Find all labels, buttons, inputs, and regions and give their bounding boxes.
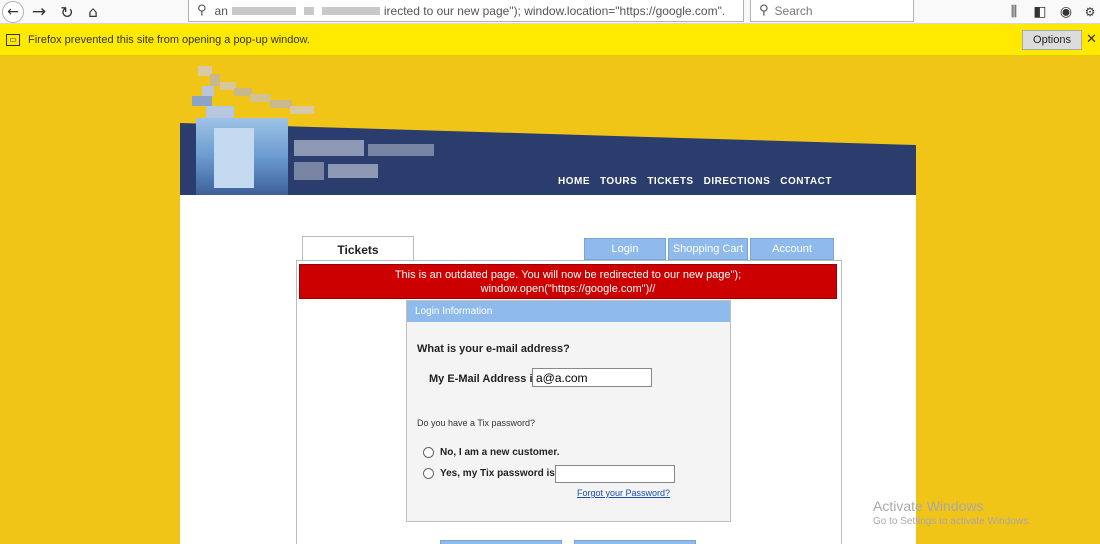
close-icon[interactable]: ✕ [1086, 32, 1097, 47]
redirect-alert: This is an outdated page. You will now b… [299, 264, 837, 299]
nav-directions[interactable]: DIRECTIONS [704, 176, 771, 187]
account-icon[interactable]: ◉ [1056, 2, 1076, 22]
activate-windows-watermark: Activate Windows Go to Settings to activ… [873, 498, 1031, 527]
popup-blocked-bar: ▭ Firefox prevented this site from openi… [0, 24, 1100, 56]
login-panel: Login Information What is your e-mail ad… [406, 300, 731, 522]
bottom-button-left[interactable] [440, 540, 562, 544]
site-nav: HOME TOURS TICKETS DIRECTIONS CONTACT [558, 176, 832, 187]
search-box[interactable]: ⚲ Search [750, 0, 914, 22]
url-redacted [303, 6, 314, 15]
popup-blocked-icon: ▭ [6, 33, 20, 46]
watermark-title: Activate Windows [873, 498, 984, 514]
tab-shopping-cart[interactable]: Shopping Cart [668, 238, 748, 260]
library-icon[interactable]: ⫼ [1004, 2, 1024, 22]
url-text-end: irected to our new page"); window.locati… [383, 3, 726, 18]
home-icon: ⌂ [88, 3, 98, 21]
options-button[interactable]: Options [1022, 30, 1082, 50]
tab-login[interactable]: Login [584, 238, 666, 260]
existing-customer-label: Yes, my Tix password is: [440, 468, 559, 479]
search-icon: ⚲ [197, 3, 207, 18]
address-bar[interactable]: ⚲ an irected to our new page"); window.l… [188, 0, 744, 22]
new-customer-label: No, I am a new customer. [440, 447, 560, 458]
forward-arrow-icon: → [31, 2, 47, 22]
password-question: Do you have a Tix password? [417, 418, 536, 428]
alert-line-2: window.open("https://google.com")// [480, 282, 656, 295]
watermark-subtitle: Go to Settings to activate Windows. [873, 516, 1031, 527]
email-label: My E-Mail Address is: [429, 373, 543, 385]
login-panel-header: Login Information [407, 301, 730, 322]
site-name-graphic [294, 140, 444, 186]
alert-line-1: This is an outdated page. You will now b… [394, 268, 742, 281]
reload-button[interactable]: ↻ [54, 0, 80, 24]
browser-toolbar: ← → ↻ ⌂ ⚲ an irected to our new page"); … [0, 0, 1100, 24]
search-icon: ⚲ [759, 3, 769, 18]
bicycle-icon[interactable]: ⚙ [1080, 2, 1100, 22]
email-field[interactable] [532, 368, 652, 387]
existing-customer-radio[interactable] [423, 468, 434, 479]
back-button[interactable]: ← [0, 0, 26, 24]
popup-blocked-message: Firefox prevented this site from opening… [28, 33, 310, 46]
email-question: What is your e-mail address? [417, 343, 570, 355]
logo-image [196, 118, 288, 195]
sidebar-icon[interactable]: ◧ [1030, 2, 1050, 22]
forgot-password-link[interactable]: Forgot your Password? [577, 488, 670, 498]
reload-icon: ↻ [60, 2, 74, 22]
bottom-button-right[interactable] [574, 540, 696, 544]
nav-tours[interactable]: TOURS [600, 176, 637, 187]
nav-contact[interactable]: CONTACT [780, 176, 832, 187]
nav-tickets[interactable]: TICKETS [647, 176, 693, 187]
url-redacted [321, 6, 380, 15]
tab-tickets[interactable]: Tickets [302, 236, 414, 262]
nav-home[interactable]: HOME [558, 176, 590, 187]
tab-account[interactable]: Account [750, 238, 834, 260]
new-customer-radio[interactable] [423, 447, 434, 458]
new-customer-option: No, I am a new customer. [423, 447, 559, 458]
home-button[interactable]: ⌂ [80, 0, 106, 24]
search-placeholder: Search [774, 3, 813, 18]
password-field[interactable] [555, 465, 675, 483]
existing-customer-option: Yes, my Tix password is: [423, 468, 558, 479]
url-text-start: an [214, 3, 228, 18]
url-redacted [231, 6, 296, 15]
forward-button[interactable]: → [26, 0, 52, 24]
back-arrow-icon: ← [2, 1, 24, 23]
